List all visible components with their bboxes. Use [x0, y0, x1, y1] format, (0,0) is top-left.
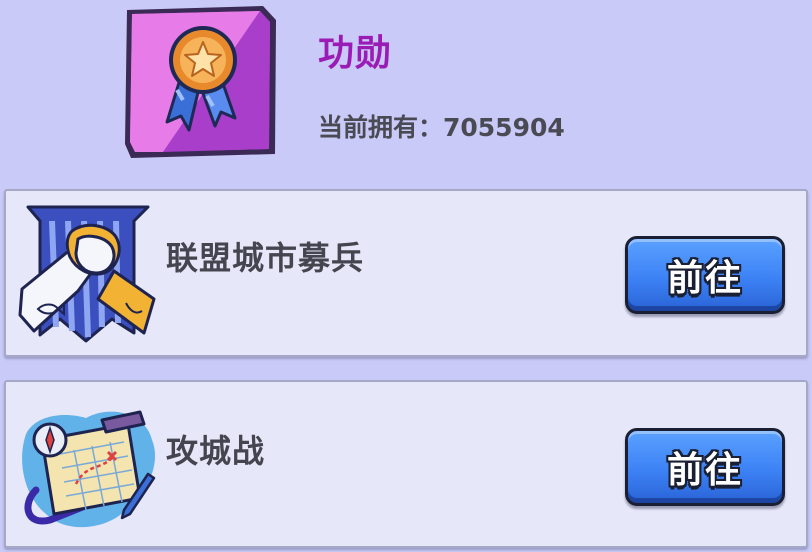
merit-header: 功勋 当前拥有：7055904	[0, 0, 812, 180]
merit-title: 功勋	[318, 33, 393, 74]
go-button-alliance-recruit[interactable]: 前往	[625, 236, 785, 314]
go-button-label: 前往	[666, 450, 743, 491]
list-item-siege-battle: 攻城战 前往	[4, 380, 808, 548]
go-button-siege-battle[interactable]: 前往	[625, 428, 785, 506]
list-item-alliance-recruit: 联盟城市募兵 前往	[4, 189, 808, 357]
medal-icon	[125, 6, 276, 158]
card-title: 攻城战	[166, 432, 266, 470]
go-button-label: 前往	[666, 258, 743, 299]
card-title: 联盟城市募兵	[166, 239, 365, 277]
merit-owned-count: 当前拥有：7055904	[318, 113, 565, 142]
arm-wrestle-banner-icon	[18, 205, 156, 343]
battle-map-icon	[22, 410, 156, 528]
